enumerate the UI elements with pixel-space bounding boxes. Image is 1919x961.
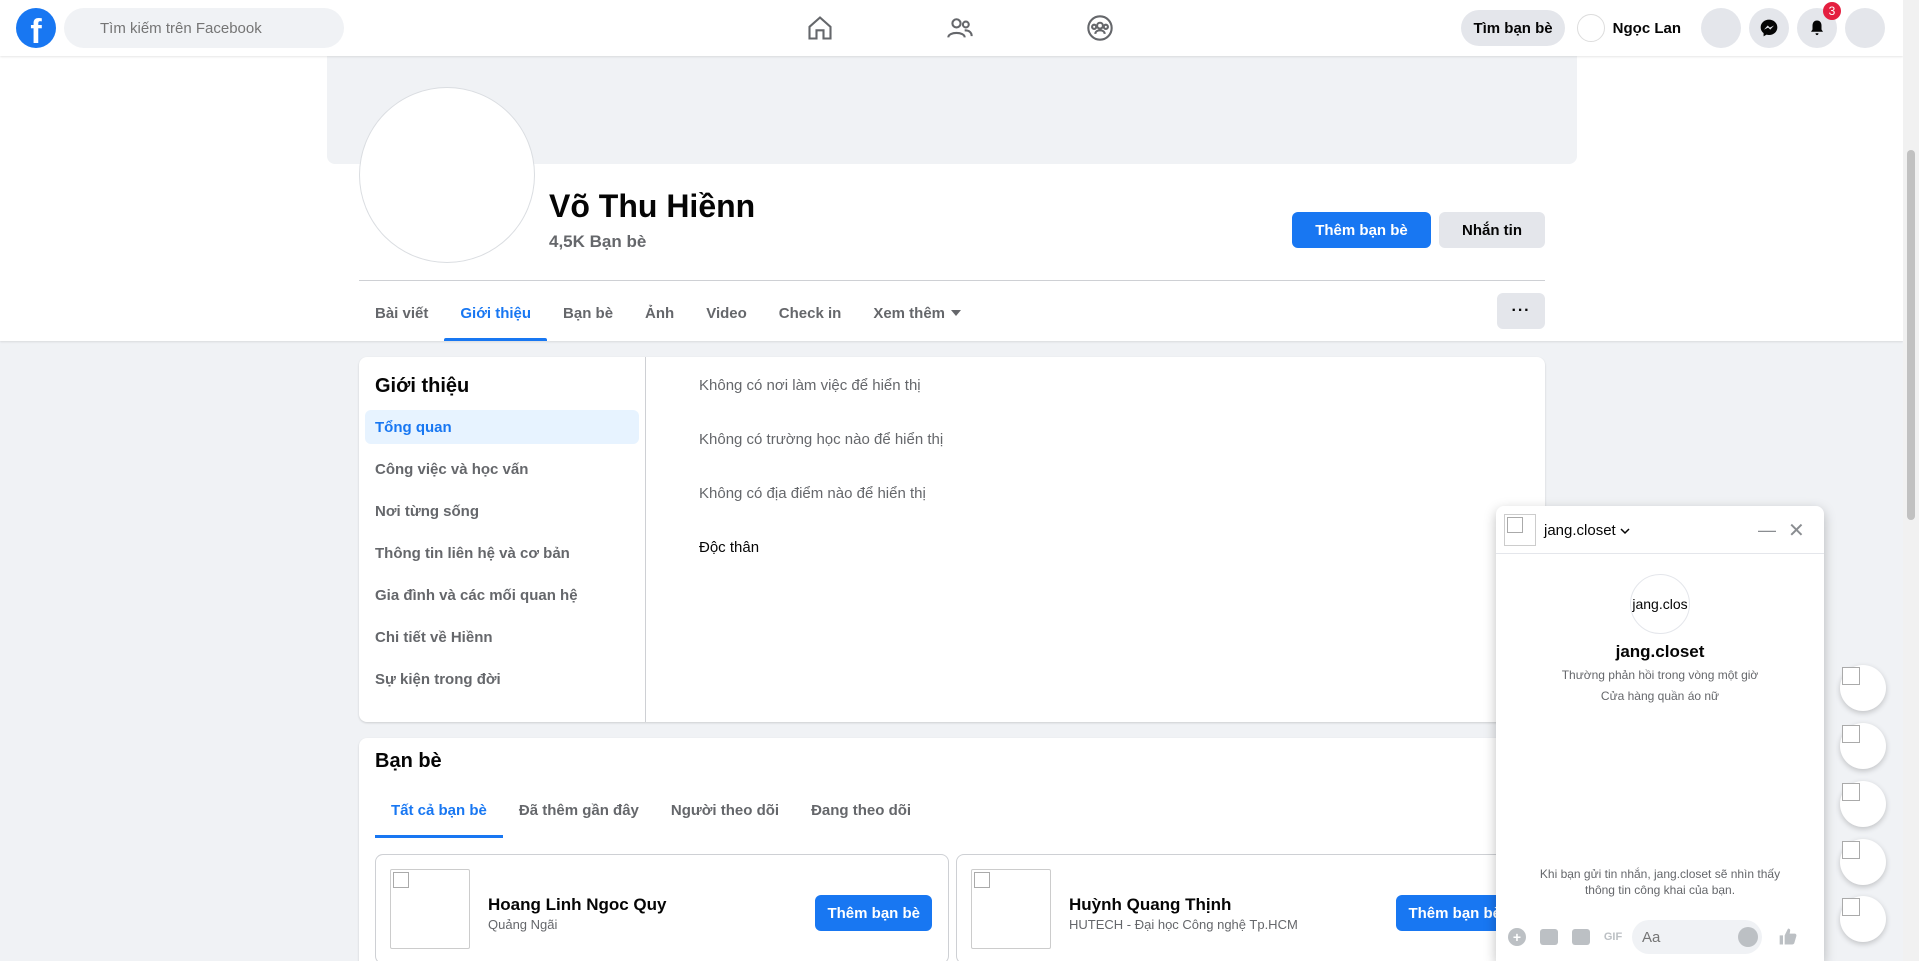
chat-head[interactable] xyxy=(1840,781,1886,827)
photo-icon[interactable] xyxy=(1536,924,1562,950)
new-message-button[interactable] xyxy=(1840,896,1886,942)
right-nav: Tìm bạn bè Ngọc Lan 3 xyxy=(1461,2,1885,48)
close-icon[interactable]: ✕ xyxy=(1788,518,1805,543)
chat-window: jang.closet — ✕ jang.clos jang.closet Th… xyxy=(1496,506,1824,961)
notifications-bell-icon[interactable]: 3 xyxy=(1797,2,1841,48)
main-nav xyxy=(780,0,1140,56)
add-friend-button[interactable]: Thêm bạn bè xyxy=(815,895,932,931)
add-friend-button[interactable]: Thêm bạn bè xyxy=(1292,212,1431,248)
location-info: Không có địa điểm nào để hiển thị xyxy=(699,485,926,502)
school-info: Không có trường học nào để hiển thị xyxy=(699,431,944,448)
friend-name[interactable]: Huỳnh Quang Thịnh xyxy=(1069,895,1231,915)
chat-head[interactable] xyxy=(1840,839,1886,885)
sidebar-item-work-education[interactable]: Công việc và học vấn xyxy=(365,452,639,486)
top-navbar: f Tìm bạn bè Ngọc Lan 3 xyxy=(0,0,1903,56)
intro-content: Không có nơi làm việc để hiển thị Không … xyxy=(699,377,943,593)
friends-icon[interactable] xyxy=(920,0,1000,56)
chat-avatar[interactable] xyxy=(1504,514,1536,546)
friends-tabs: Tất cả bạn bè Đã thêm gần đây Người theo… xyxy=(375,782,927,838)
tab-video[interactable]: Video xyxy=(690,285,763,341)
find-friends-button[interactable]: Tìm bạn bè xyxy=(1461,10,1565,46)
friend-subtitle: Quảng Ngãi xyxy=(488,917,558,932)
sidebar-item-life-events[interactable]: Sự kiện trong đời xyxy=(365,662,639,696)
avatar xyxy=(1576,14,1605,42)
friends-card: Bạn bè Tất cả bạn bè Đã thêm gần đây Ngư… xyxy=(359,738,1545,961)
intro-sidebar: Giới thiệu Tổng quan Công việc và học vấ… xyxy=(359,357,646,722)
chat-head[interactable] xyxy=(1840,723,1886,769)
friend-subtitle: HUTECH - Đại học Công nghệ Tp.HCM xyxy=(1069,917,1298,932)
profile-name: Võ Thu Hiềnn xyxy=(549,188,756,224)
more-options-button[interactable]: ··· xyxy=(1497,293,1545,329)
tab-followers[interactable]: Người theo dõi xyxy=(655,782,795,838)
plus-icon[interactable]: + xyxy=(1504,924,1530,950)
work-info: Không có nơi làm việc để hiển thị xyxy=(699,377,921,394)
emoji-icon[interactable] xyxy=(1738,927,1758,947)
sidebar-item-overview[interactable]: Tổng quan xyxy=(365,410,639,444)
friend-count[interactable]: 4,5K Bạn bè xyxy=(549,232,646,252)
chat-composer: + GIF xyxy=(1496,914,1824,960)
search-input[interactable] xyxy=(64,8,344,48)
friend-photo[interactable] xyxy=(390,869,470,949)
user-name: Ngọc Lan xyxy=(1612,19,1681,37)
groups-icon[interactable] xyxy=(1060,0,1140,56)
profile-tabs: Bài viết Giới thiệu Bạn bè Ảnh Video Che… xyxy=(359,285,977,341)
menu-icon[interactable] xyxy=(1701,8,1741,48)
gif-icon[interactable]: GIF xyxy=(1600,924,1626,950)
relationship-info: Độc thân xyxy=(699,539,760,556)
chat-response-time: Thường phản hồi trong vòng một giờ xyxy=(1561,668,1759,682)
tab-following[interactable]: Đang theo dõi xyxy=(795,782,927,838)
minimize-icon[interactable]: — xyxy=(1758,520,1776,541)
chat-category: Cửa hàng quần áo nữ xyxy=(1600,689,1720,703)
tab-photos[interactable]: Ảnh xyxy=(629,285,690,341)
divider xyxy=(359,280,1545,281)
account-avatar[interactable] xyxy=(1845,8,1885,48)
sidebar-item-family[interactable]: Gia đình và các mối quan hệ xyxy=(365,578,639,612)
scroll-thumb[interactable] xyxy=(1907,150,1915,520)
like-icon[interactable] xyxy=(1778,927,1798,947)
profile-picture[interactable] xyxy=(360,88,534,262)
chat-name-label: jang.closet xyxy=(1544,522,1616,539)
tab-friends[interactable]: Bạn bè xyxy=(547,285,629,341)
message-button[interactable]: Nhắn tin xyxy=(1439,212,1545,248)
sidebar-item-details[interactable]: Chi tiết về Hiềnn xyxy=(365,620,639,654)
tab-all-friends[interactable]: Tất cả bạn bè xyxy=(375,782,503,838)
tab-posts[interactable]: Bài viết xyxy=(359,285,444,341)
sticker-icon[interactable] xyxy=(1568,924,1594,950)
friend-card: Hoang Linh Ngoc Quy Quảng Ngãi Thêm bạn … xyxy=(375,854,949,961)
chat-name[interactable]: jang.closet xyxy=(1544,522,1630,539)
tab-see-more-label: Xem thêm xyxy=(873,304,946,322)
sidebar-item-places[interactable]: Nơi từng sống xyxy=(365,494,639,528)
intro-title: Giới thiệu xyxy=(375,375,470,397)
friend-name[interactable]: Hoang Linh Ngoc Quy xyxy=(488,895,667,915)
tab-checkin[interactable]: Check in xyxy=(763,285,858,341)
chat-header: jang.closet — ✕ xyxy=(1496,506,1824,554)
sidebar-item-contact[interactable]: Thông tin liên hệ và cơ bản xyxy=(365,536,639,570)
caret-down-icon xyxy=(951,310,962,316)
friend-photo[interactable] xyxy=(971,869,1051,949)
tab-see-more[interactable]: Xem thêm xyxy=(857,285,977,341)
chat-page-name: jang.closet xyxy=(1615,642,1705,661)
facebook-logo[interactable]: f xyxy=(16,8,56,48)
chat-head[interactable] xyxy=(1840,665,1886,711)
profile-shortcut[interactable]: Ngọc Lan xyxy=(1573,10,1693,46)
chat-privacy-note: Khi bạn gửi tin nhắn, jang.closet sẽ nhì… xyxy=(1539,867,1781,897)
tab-recently-added[interactable]: Đã thêm gần đây xyxy=(503,782,655,838)
chevron-down-icon xyxy=(1620,527,1630,534)
friends-title[interactable]: Bạn bè xyxy=(375,750,442,773)
tab-about[interactable]: Giới thiệu xyxy=(444,285,547,341)
friend-card: Huỳnh Quang Thịnh HUTECH - Đại học Công … xyxy=(956,854,1530,961)
home-icon[interactable] xyxy=(780,0,860,56)
notification-badge: 3 xyxy=(1823,2,1841,20)
intro-card: Giới thiệu Tổng quan Công việc và học vấ… xyxy=(359,357,1545,722)
chat-profile-avatar[interactable]: jang.clos xyxy=(1630,574,1690,634)
scrollbar[interactable] xyxy=(1903,0,1919,961)
messenger-icon[interactable] xyxy=(1749,8,1789,48)
